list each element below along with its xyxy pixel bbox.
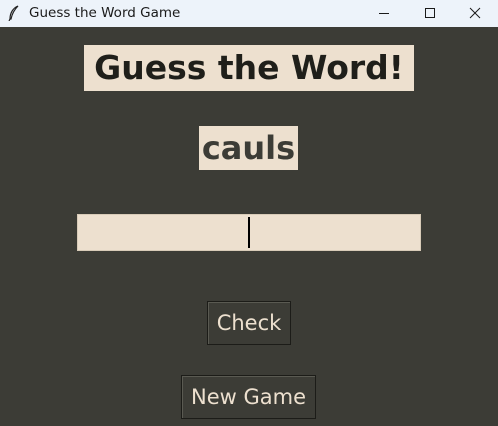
- title-bar[interactable]: Guess the Word Game: [0, 0, 498, 27]
- maximize-icon: [424, 4, 436, 23]
- game-heading: Guess the Word!: [84, 45, 414, 91]
- app-window: Guess the Word Game Guess the Word! caul…: [0, 0, 498, 426]
- check-button[interactable]: Check: [207, 301, 291, 345]
- minimize-button[interactable]: [361, 0, 407, 27]
- minimize-icon: [378, 4, 390, 23]
- scrambled-word-label: cauls: [199, 126, 298, 170]
- new-game-button[interactable]: New Game: [181, 375, 316, 419]
- feather-icon: [7, 5, 21, 22]
- maximize-button[interactable]: [407, 0, 453, 27]
- text-cursor: [248, 217, 250, 248]
- close-icon: [469, 4, 481, 23]
- window-title: Guess the Word Game: [29, 5, 181, 21]
- close-button[interactable]: [452, 0, 498, 27]
